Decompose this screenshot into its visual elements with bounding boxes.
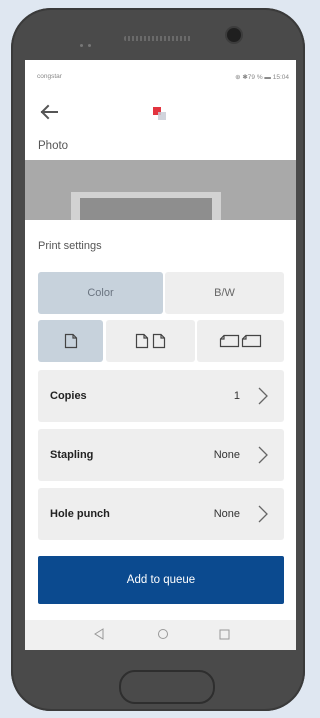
- photo-preview: [25, 160, 296, 220]
- chevron-right-icon: [258, 505, 268, 523]
- copies-value: 1: [233, 390, 240, 402]
- layout-two-pages[interactable]: [106, 320, 195, 362]
- layout-two-pages-landscape[interactable]: [197, 320, 284, 362]
- status-bar: congstar ⊕ ✱79 % ▬ 15:04: [25, 60, 296, 88]
- chevron-right-icon: [258, 446, 268, 464]
- add-to-queue-button[interactable]: Add to queue: [38, 556, 284, 604]
- bw-option-label: B/W: [214, 287, 235, 299]
- carrier-label: congstar: [37, 73, 62, 80]
- chevron-right-icon: [258, 387, 268, 405]
- nav-back-icon[interactable]: [93, 628, 105, 640]
- layout-single-page[interactable]: [38, 320, 103, 362]
- back-arrow-icon[interactable]: [37, 100, 61, 124]
- copies-label: Copies: [50, 390, 87, 402]
- hole-punch-value: None: [213, 508, 240, 520]
- color-option[interactable]: Color: [38, 272, 163, 314]
- earpiece-speaker: [124, 36, 192, 41]
- hole-punch-row[interactable]: Hole punch None: [38, 488, 284, 540]
- bw-option[interactable]: B/W: [165, 272, 284, 314]
- app-bar: Photo: [25, 88, 296, 160]
- app-logo-icon: [153, 107, 166, 120]
- photo-content: [80, 198, 212, 220]
- stapling-value: None: [213, 449, 240, 461]
- stapling-label: Stapling: [50, 449, 94, 461]
- nav-home-icon[interactable]: [157, 628, 169, 640]
- nav-recent-apps-icon[interactable]: [219, 629, 230, 640]
- color-option-label: Color: [87, 287, 114, 299]
- page-title: Photo: [38, 140, 69, 152]
- status-indicators: ⊕ ✱79 % ▬ 15:04: [235, 74, 289, 81]
- stapling-row[interactable]: Stapling None: [38, 429, 284, 481]
- single-page-icon: [64, 333, 77, 349]
- copies-row[interactable]: Copies 1: [38, 370, 284, 422]
- two-pages-icon: [135, 333, 165, 349]
- home-button[interactable]: [119, 670, 215, 704]
- android-nav-bar: [25, 620, 296, 650]
- app-screen: congstar ⊕ ✱79 % ▬ 15:04 Photo Print set…: [25, 60, 296, 650]
- sensor-dots: [80, 34, 110, 47]
- print-settings-panel: Print settings Color B/W Copies 1 Stapli…: [25, 220, 296, 650]
- two-pages-landscape-icon: [219, 334, 261, 348]
- section-label: Print settings: [38, 240, 102, 252]
- hole-punch-label: Hole punch: [50, 508, 110, 520]
- front-camera: [227, 28, 241, 42]
